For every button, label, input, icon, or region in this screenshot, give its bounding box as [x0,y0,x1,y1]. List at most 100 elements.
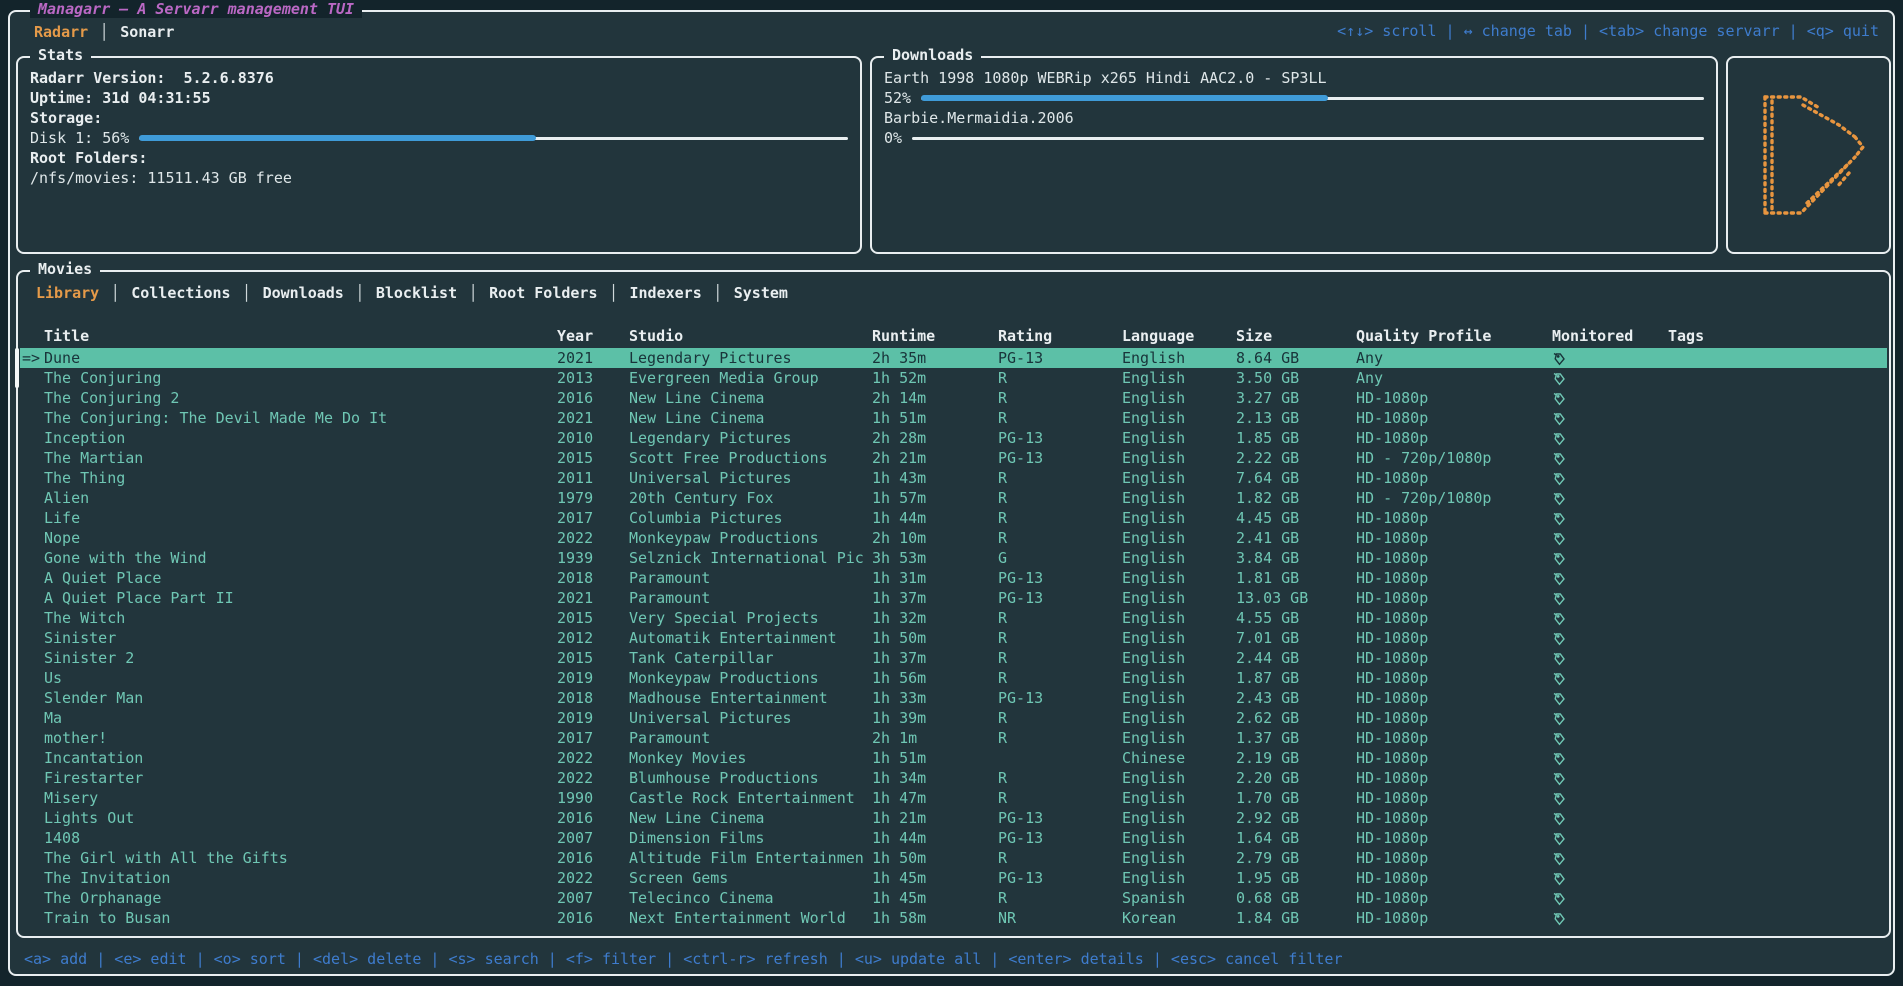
cell-size: 2.92 GB [1236,808,1356,828]
table-row[interactable]: mother!2017Paramount2h 1mREnglish1.37 GB… [20,728,1887,748]
movies-tab-collections[interactable]: Collections [121,284,240,302]
table-row[interactable]: The Martian2015Scott Free Productions2h … [20,448,1887,468]
cell-language: English [1122,388,1236,408]
cell-runtime: 2h 21m [872,448,998,468]
cell-studio: Paramount [629,568,872,588]
cell-language: English [1122,808,1236,828]
download-progressbar [912,128,1704,148]
cell-size: 2.13 GB [1236,408,1356,428]
cell-runtime: 2h 1m [872,728,998,748]
cell-studio: Paramount [629,588,872,608]
table-row[interactable]: Ma2019Universal Pictures1h 39mREnglish2.… [20,708,1887,728]
cell-quality-profile: HD-1080p [1356,508,1552,528]
cell-quality-profile: HD-1080p [1356,728,1552,748]
cell-monitored [1552,548,1668,568]
table-row[interactable]: The Thing2011Universal Pictures1h 43mREn… [20,468,1887,488]
table-row[interactable]: The Witch2015Very Special Projects1h 32m… [20,608,1887,628]
movies-tab-library[interactable]: Library [26,284,109,302]
cell-language: English [1122,488,1236,508]
cell-title: Us [44,668,557,688]
table-row[interactable]: The Invitation2022Screen Gems1h 45mPG-13… [20,868,1887,888]
table-row[interactable]: A Quiet Place Part II2021Paramount1h 37m… [20,588,1887,608]
table-row[interactable]: Lights Out2016New Line Cinema1h 21mPG-13… [20,808,1887,828]
table-row[interactable]: The Conjuring2013Evergreen Media Group1h… [20,368,1887,388]
table-row[interactable]: The Girl with All the Gifts2016Altitude … [20,848,1887,868]
cell-title: Life [44,508,557,528]
download-item-progress: 0% [884,128,1704,148]
servarr-tab-radarr[interactable]: Radarr [24,23,98,41]
cell-rating: PG-13 [998,688,1122,708]
cell-year: 2016 [557,848,629,868]
movies-tab-root-folders[interactable]: Root Folders [479,284,607,302]
cell-year: 2018 [557,688,629,708]
table-row[interactable]: Us2019Monkeypaw Productions1h 56mREnglis… [20,668,1887,688]
table-row[interactable]: A Quiet Place2018Paramount1h 31mPG-13Eng… [20,568,1887,588]
cell-rating: PG-13 [998,828,1122,848]
table-row[interactable]: Firestarter2022Blumhouse Productions1h 3… [20,768,1887,788]
table-row[interactable]: Life2017Columbia Pictures1h 44mREnglish4… [20,508,1887,528]
table-row[interactable]: The Conjuring: The Devil Made Me Do It20… [20,408,1887,428]
cell-runtime: 1h 39m [872,708,998,728]
cell-quality-profile: HD-1080p [1356,388,1552,408]
cell-size: 2.20 GB [1236,768,1356,788]
table-row[interactable]: Incantation2022Monkey Movies1h 51mChines… [20,748,1887,768]
cell-language: English [1122,348,1236,368]
download-item-progress: 52% [884,88,1704,108]
cell-title: Dune [44,348,557,368]
monitored-tag-icon [1552,372,1566,386]
cell-title: Sinister [44,628,557,648]
download-percent-label: 52% [884,88,911,108]
movies-tab-indexers[interactable]: Indexers [620,284,712,302]
cell-monitored [1552,488,1668,508]
table-row[interactable]: The Orphanage2007Telecinco Cinema1h 45mR… [20,888,1887,908]
cell-quality-profile: HD-1080p [1356,428,1552,448]
cell-quality-profile: HD-1080p [1356,768,1552,788]
column-header-rating: Rating [998,326,1122,346]
cell-runtime: 2h 10m [872,528,998,548]
cell-title: The Girl with All the Gifts [44,848,557,868]
table-row[interactable]: Gone with the Wind1939Selznick Internati… [20,548,1887,568]
cell-language: English [1122,788,1236,808]
cell-monitored [1552,428,1668,448]
root-folder-value: /nfs/movies: 11511.43 GB free [30,168,292,188]
cell-quality-profile: HD-1080p [1356,828,1552,848]
table-row[interactable]: Train to Busan2016Next Entertainment Wor… [20,908,1887,928]
scrollbar-thumb[interactable] [15,348,19,388]
cell-year: 2017 [557,508,629,528]
table-row[interactable]: Alien197920th Century Fox1h 57mREnglish1… [20,488,1887,508]
table-row[interactable]: Nope2022Monkeypaw Productions2h 10mREngl… [20,528,1887,548]
cell-quality-profile: HD-1080p [1356,748,1552,768]
table-row[interactable]: 14082007Dimension Films1h 44mPG-13Englis… [20,828,1887,848]
table-row[interactable]: Inception2010Legendary Pictures2h 28mPG-… [20,428,1887,448]
cell-year: 2015 [557,608,629,628]
monitored-tag-icon [1552,412,1566,426]
download-item-name: Barbie.Mermaidia.2006 [884,108,1704,128]
table-row[interactable]: Sinister2012Automatik Entertainment1h 50… [20,628,1887,648]
cell-language: English [1122,728,1236,748]
table-row[interactable]: Sinister 22015Tank Caterpillar1h 37mREng… [20,648,1887,668]
movies-tab-downloads[interactable]: Downloads [253,284,354,302]
cell-runtime: 2h 28m [872,428,998,448]
table-row[interactable]: Slender Man2018Madhouse Entertainment1h … [20,688,1887,708]
column-header-quality-profile: Quality Profile [1356,326,1552,346]
cell-runtime: 1h 44m [872,828,998,848]
table-row[interactable]: =>Dune2021Legendary Pictures2h 35mPG-13E… [20,348,1887,368]
cell-year: 2010 [557,428,629,448]
cell-studio: Screen Gems [629,868,872,888]
monitored-tag-icon [1552,812,1566,826]
cell-rating: R [998,388,1122,408]
cell-studio: Monkeypaw Productions [629,668,872,688]
tab-separator [354,284,366,302]
monitored-tag-icon [1552,852,1566,866]
cell-year: 2007 [557,828,629,848]
movies-tab-blocklist[interactable]: Blocklist [366,284,467,302]
cell-rating: R [998,608,1122,628]
cell-year: 2022 [557,528,629,548]
movies-tab-system[interactable]: System [724,284,798,302]
servarr-tab-sonarr[interactable]: Sonarr [110,23,184,41]
cell-title: Incantation [44,748,557,768]
cell-year: 2019 [557,708,629,728]
table-row[interactable]: The Conjuring 22016New Line Cinema2h 14m… [20,388,1887,408]
cell-studio: Tank Caterpillar [629,648,872,668]
table-row[interactable]: Misery1990Castle Rock Entertainment1h 47… [20,788,1887,808]
